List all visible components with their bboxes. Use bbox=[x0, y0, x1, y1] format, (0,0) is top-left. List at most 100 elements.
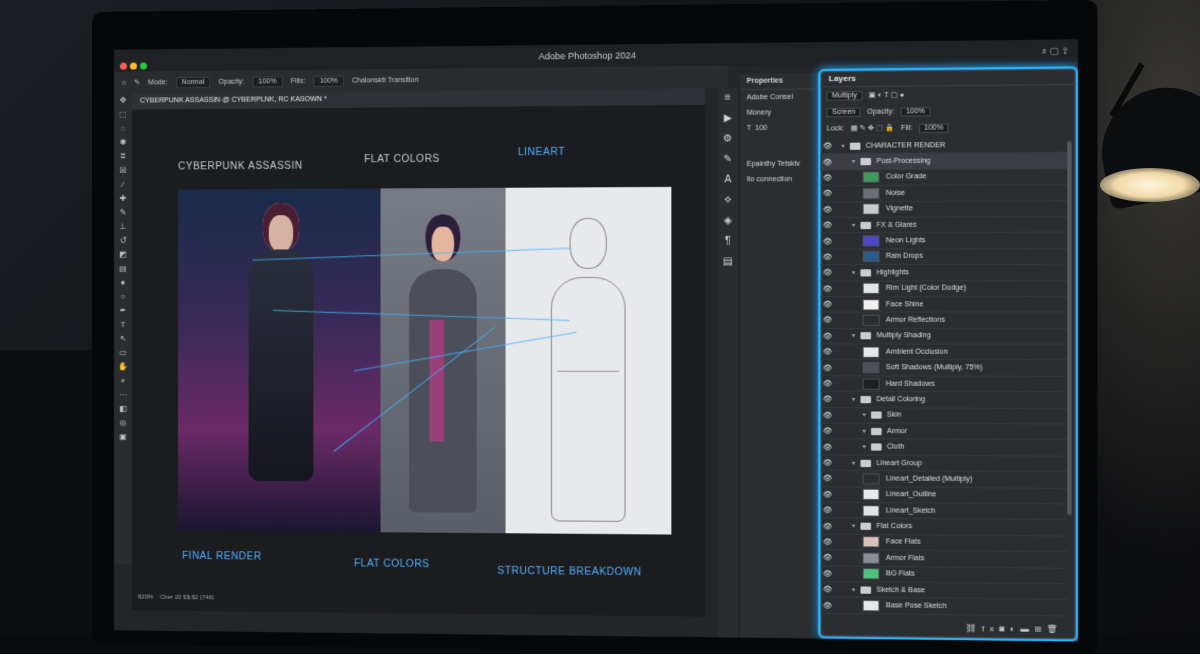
visibility-eye-icon[interactable]: 👁 bbox=[820, 237, 835, 245]
history-brush-icon[interactable]: ↺ bbox=[114, 234, 132, 248]
visibility-eye-icon[interactable]: 👁 bbox=[820, 364, 835, 372]
expand-arrow-icon[interactable]: ▾ bbox=[863, 443, 871, 450]
more-tools-icon[interactable]: ⋯ bbox=[114, 388, 132, 402]
shape-tool-icon[interactable]: ▭ bbox=[114, 346, 132, 360]
layer-group-row[interactable]: 👁 ▾ CHARACTER RENDER bbox=[820, 137, 1068, 155]
visibility-eye-icon[interactable]: 👁 bbox=[820, 253, 835, 261]
screen-mode-icon[interactable]: ▣ bbox=[114, 430, 132, 444]
adjust-icon[interactable]: ⚙ bbox=[717, 129, 738, 150]
brush-icon[interactable]: ✎ bbox=[114, 206, 132, 220]
visibility-eye-icon[interactable]: 👁 bbox=[820, 158, 835, 166]
paragraph-icon[interactable]: ¶ bbox=[717, 232, 738, 253]
layer-row[interactable]: 👁 Lineart_Outline bbox=[820, 486, 1068, 505]
layer-row[interactable]: 👁 Ambient Occlusion bbox=[820, 344, 1068, 361]
blend-mode2-select[interactable]: Screen bbox=[826, 107, 861, 117]
layer-row[interactable]: 👁 Lineart_Sketch bbox=[820, 502, 1068, 521]
expand-arrow-icon[interactable]: ▾ bbox=[863, 428, 871, 435]
character-icon[interactable]: A bbox=[717, 170, 738, 191]
zoom-window-button[interactable] bbox=[139, 62, 147, 70]
expand-arrow-icon[interactable]: ▾ bbox=[852, 586, 860, 593]
visibility-eye-icon[interactable]: 👁 bbox=[820, 601, 835, 609]
visibility-eye-icon[interactable]: 👁 bbox=[820, 284, 835, 293]
visibility-eye-icon[interactable]: 👁 bbox=[820, 427, 835, 435]
layer-row[interactable]: 👁 Lineart_Detailed (Multiply) bbox=[820, 471, 1068, 489]
expand-arrow-icon[interactable]: ▾ bbox=[852, 222, 860, 229]
color-swatches-icon[interactable]: ◧ bbox=[114, 402, 132, 416]
title-bar-icons[interactable]: ⌕ ▢ ⇪ bbox=[1041, 39, 1069, 62]
magic-wand-icon[interactable]: ✱ bbox=[114, 136, 132, 150]
layer-row[interactable]: 👁 Soft Shadows (Multiply, 75%) bbox=[820, 360, 1068, 377]
visibility-eye-icon[interactable]: 👁 bbox=[820, 300, 835, 308]
brush-settings-icon[interactable]: ✎ bbox=[717, 150, 738, 171]
lock-icons[interactable]: ▦ ✎ ✥ ⬚ 🔒 bbox=[851, 124, 895, 133]
expand-arrow-icon[interactable]: ▾ bbox=[852, 269, 860, 276]
layer-row[interactable]: 👁 Armor Reflections bbox=[820, 312, 1068, 329]
properties-section[interactable]: Monery bbox=[740, 105, 814, 121]
layer-row[interactable]: 👁 Color Grade bbox=[820, 168, 1068, 187]
crop-tool-icon[interactable]: ⌗ bbox=[114, 150, 132, 164]
new-group-icon[interactable]: ▬ bbox=[1020, 624, 1034, 633]
visibility-eye-icon[interactable]: 👁 bbox=[820, 269, 835, 277]
paths-icon[interactable]: ⟡ bbox=[717, 191, 738, 212]
adjustment-icon[interactable]: ◐ bbox=[1010, 624, 1021, 633]
layer-group-row[interactable]: 👁 ▾ Cloth bbox=[820, 439, 1068, 457]
zoom-tool-icon[interactable]: ⌕ bbox=[114, 374, 132, 388]
visibility-eye-icon[interactable]: 👁 bbox=[820, 490, 835, 498]
visibility-eye-icon[interactable]: 👁 bbox=[820, 332, 835, 340]
visibility-eye-icon[interactable]: 👁 bbox=[820, 205, 835, 213]
expand-arrow-icon[interactable]: ▾ bbox=[841, 142, 849, 149]
layer-row[interactable]: 👁 Hard Shadows bbox=[820, 376, 1068, 393]
visibility-eye-icon[interactable]: 👁 bbox=[820, 316, 835, 324]
fx-icon[interactable]: fx bbox=[982, 624, 999, 634]
layer-group-row[interactable]: 👁 ▾ Skin bbox=[820, 407, 1068, 425]
visibility-eye-icon[interactable]: 👁 bbox=[820, 395, 835, 403]
fill-input[interactable]: 100% bbox=[313, 75, 344, 87]
stamp-icon[interactable]: ⊥ bbox=[114, 220, 132, 234]
visibility-eye-icon[interactable]: 👁 bbox=[820, 443, 835, 451]
expand-arrow-icon[interactable]: ▾ bbox=[852, 158, 860, 165]
layer-row[interactable]: 👁 Noise bbox=[820, 184, 1068, 203]
visibility-eye-icon[interactable]: 👁 bbox=[820, 189, 835, 198]
visibility-eye-icon[interactable]: 👁 bbox=[820, 348, 835, 356]
layer-group-row[interactable]: 👁 ▾ Detail Coloring bbox=[820, 392, 1068, 409]
layer-group-row[interactable]: 👁 ▾ Multiply Shading bbox=[820, 328, 1068, 345]
mode-select[interactable]: Normal bbox=[175, 76, 211, 88]
text-icon[interactable]: T 100 bbox=[740, 120, 814, 136]
brush-tool-icon[interactable]: ✎ bbox=[134, 79, 140, 87]
expand-arrow-icon[interactable]: ▾ bbox=[852, 523, 860, 530]
visibility-eye-icon[interactable]: 👁 bbox=[820, 506, 835, 514]
visibility-eye-icon[interactable]: 👁 bbox=[820, 569, 835, 577]
type-tool-icon[interactable]: T bbox=[114, 318, 132, 332]
properties-title[interactable]: Properties bbox=[740, 73, 814, 91]
mask-icon[interactable]: ◙ bbox=[999, 624, 1010, 633]
opacity-input[interactable]: 100% bbox=[252, 75, 283, 88]
blend-mode-select[interactable]: Multiply bbox=[826, 90, 863, 101]
x-field[interactable]: 100 bbox=[755, 125, 767, 132]
expand-arrow-icon[interactable]: ▾ bbox=[852, 396, 860, 403]
frame-tool-icon[interactable]: ☒ bbox=[114, 164, 132, 178]
properties-link1[interactable]: Epainthy Tetsktv bbox=[740, 156, 814, 172]
properties-link2[interactable]: Ilo connection bbox=[740, 172, 814, 188]
quick-mask-icon[interactable]: ◎ bbox=[114, 416, 132, 430]
zoom-level[interactable]: 820% bbox=[138, 594, 153, 600]
expand-arrow-icon[interactable]: ▾ bbox=[852, 459, 860, 466]
layer-group-row[interactable]: 👁 ▾ Flat Colors bbox=[820, 518, 1068, 537]
trash-icon[interactable]: 🗑 bbox=[1047, 625, 1063, 635]
layer-row[interactable]: 👁 Vignette bbox=[820, 200, 1068, 218]
doc-info[interactable]: Cber 20 $$:$2 (746) bbox=[160, 595, 214, 602]
visibility-eye-icon[interactable]: 👁 bbox=[820, 522, 835, 530]
lasso-tool-icon[interactable]: ◌ bbox=[114, 122, 132, 136]
layers-mini-icon[interactable]: ◈ bbox=[717, 211, 738, 232]
visibility-eye-icon[interactable]: 👁 bbox=[820, 585, 835, 593]
layer-row[interactable]: 👁 Base Pose Sketch bbox=[820, 597, 1068, 617]
eyedropper-icon[interactable]: ⁄ bbox=[114, 178, 132, 192]
visibility-eye-icon[interactable]: 👁 bbox=[820, 554, 835, 562]
gradient-icon[interactable]: ▤ bbox=[114, 262, 132, 276]
pen-tool-icon[interactable]: ✒ bbox=[114, 304, 132, 318]
layer-group-row[interactable]: 👁 ▾ Highlights bbox=[820, 264, 1068, 282]
dodge-icon[interactable]: ○ bbox=[114, 290, 132, 304]
visibility-eye-icon[interactable]: 👁 bbox=[820, 379, 835, 387]
eraser-icon[interactable]: ◩ bbox=[114, 248, 132, 262]
layer-fill-input[interactable]: 100% bbox=[918, 122, 949, 133]
path-select-icon[interactable]: ↖ bbox=[114, 332, 132, 346]
